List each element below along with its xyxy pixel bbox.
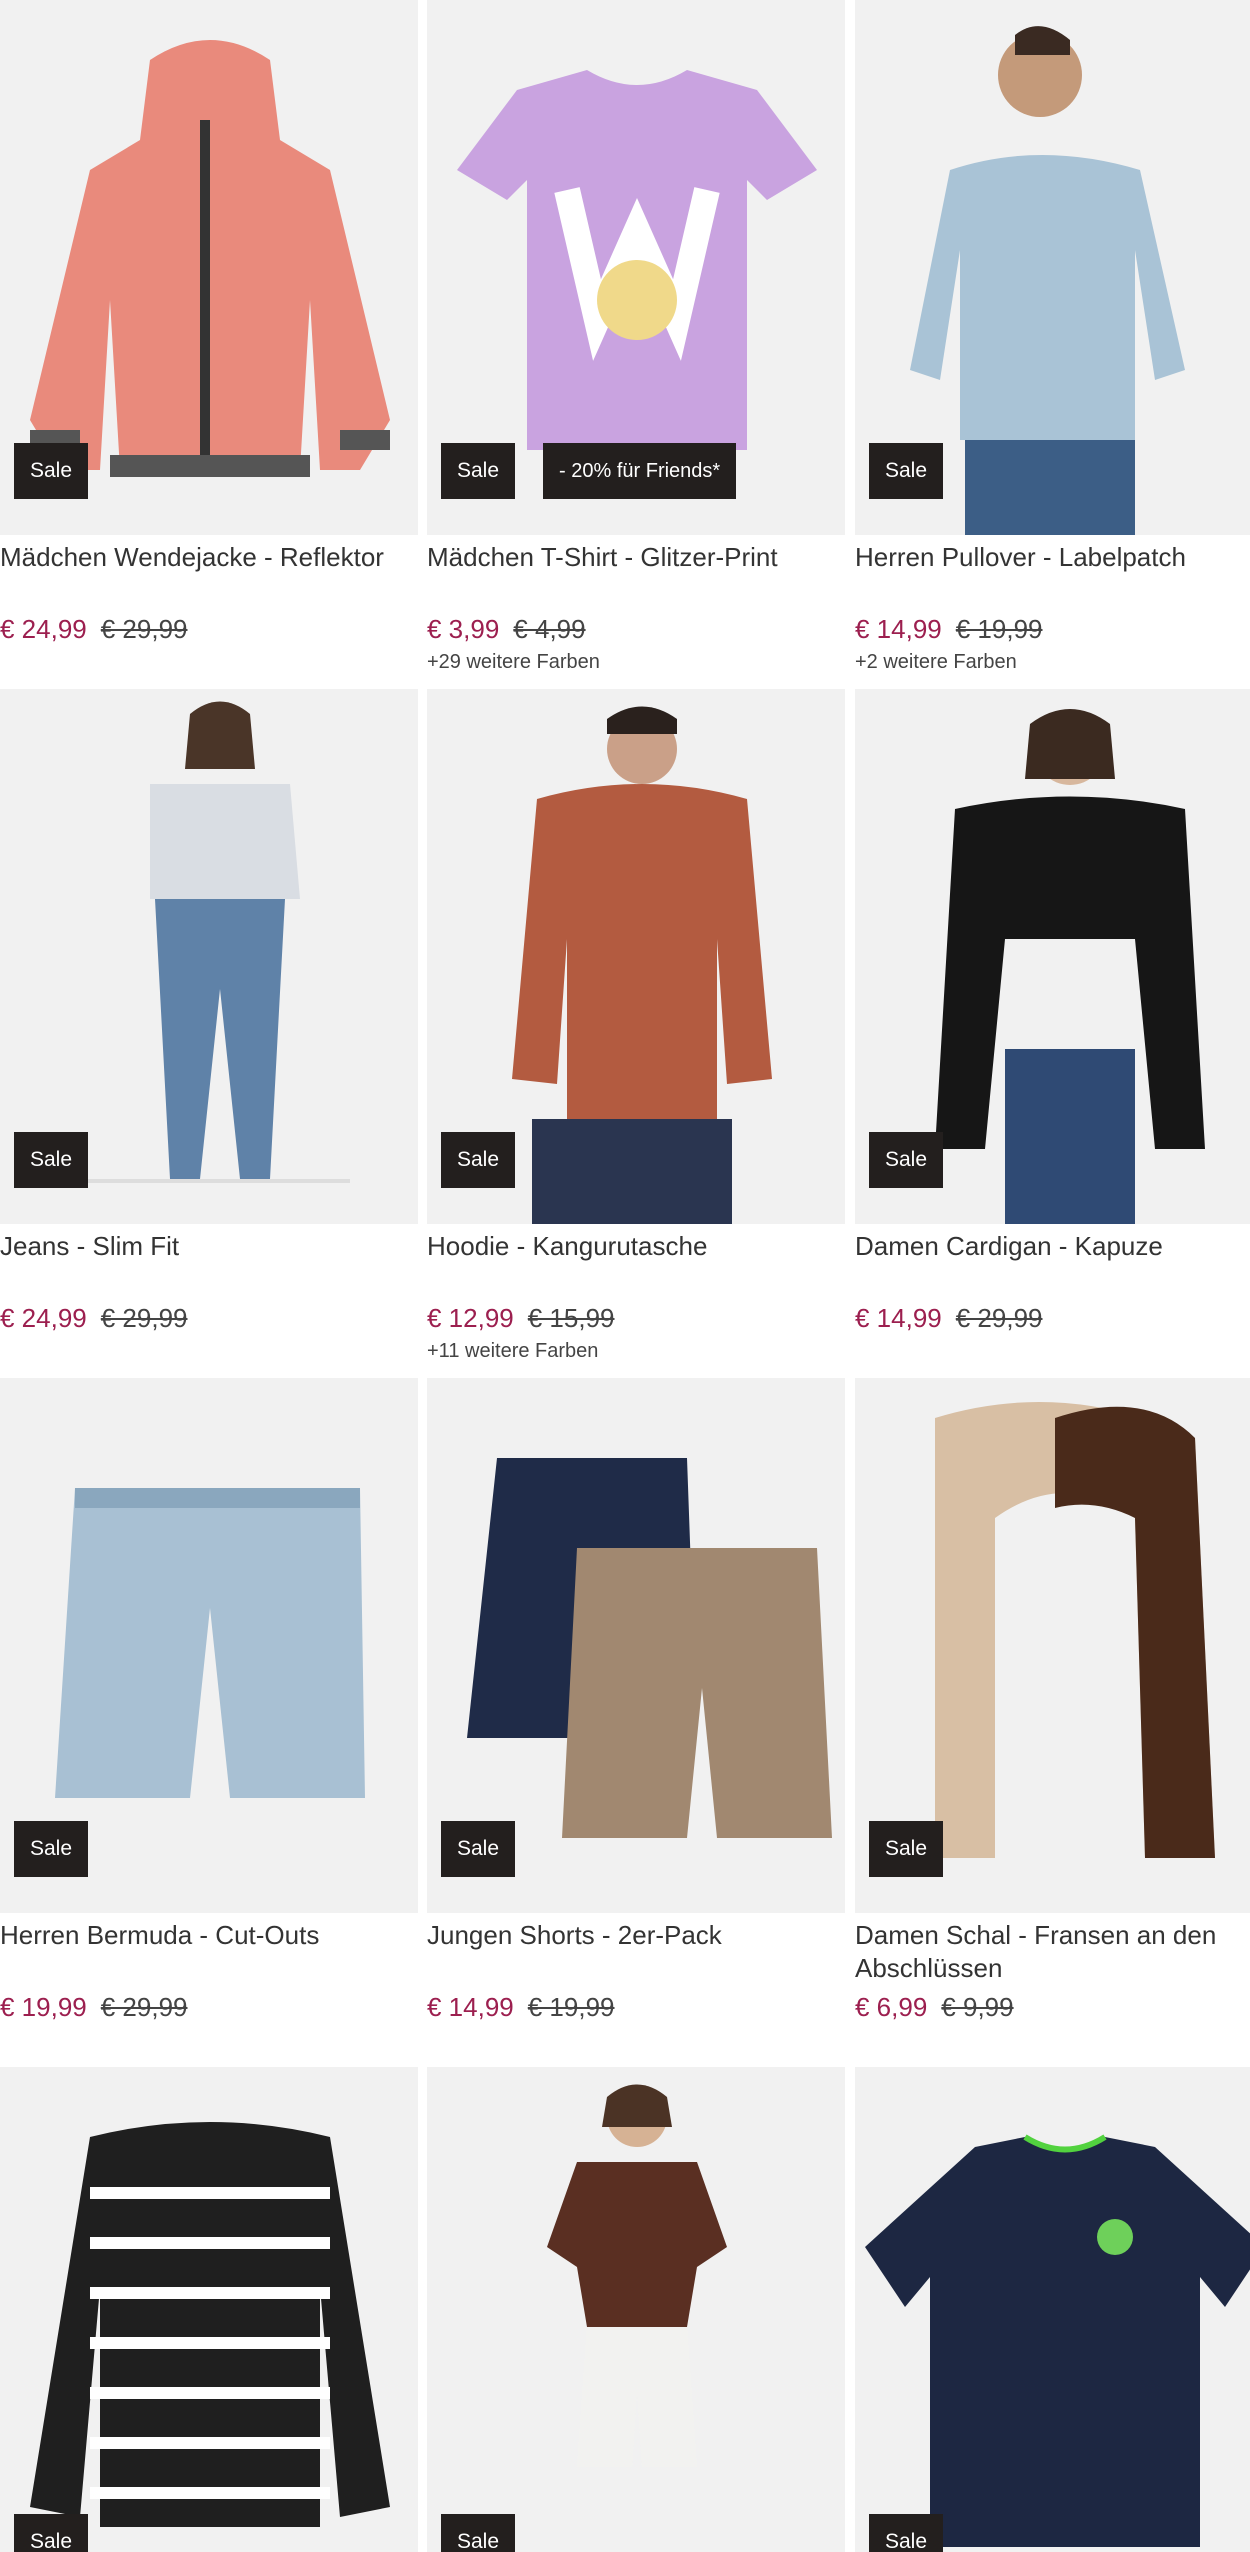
product-card[interactable]: Sale Jungen Shorts - 2er-Pack € 14,99 € …: [427, 1378, 845, 2025]
sale-badge: Sale: [869, 2514, 944, 2552]
product-grid: Sale Mädchen Wendejacke - Reflektor € 24…: [0, 0, 1250, 2552]
sale-price: € 3,99: [427, 614, 500, 644]
sale-badge: Sale: [14, 1821, 89, 1877]
old-price: € 19,99: [955, 614, 1043, 644]
sale-badge: Sale: [869, 1821, 944, 1877]
product-image[interactable]: Sale: [855, 2067, 1250, 2552]
more-colors-note[interactable]: +11 weitere Farben: [427, 1336, 845, 1366]
product-name[interactable]: Mädchen T-Shirt - Glitzer-Print: [427, 541, 845, 607]
sale-price: € 6,99: [855, 1992, 928, 2022]
striped-longsleeve-image: [30, 2122, 390, 2527]
product-image[interactable]: Sale: [0, 0, 418, 535]
product-card[interactable]: Sale Jeans - Slim Fit € 24,99 € 29,99: [0, 689, 418, 1336]
sale-price: € 14,99: [855, 614, 942, 644]
product-card[interactable]: Sale: [855, 2067, 1250, 2552]
sale-badge: Sale: [441, 1821, 516, 1877]
woman-brown-top-image: [547, 2084, 727, 2467]
product-card[interactable]: Sale Mädchen Wendejacke - Reflektor € 24…: [0, 0, 418, 647]
product-image[interactable]: Sale: [427, 2067, 845, 2552]
product-image[interactable]: Sale - 20% für Friends*: [427, 0, 845, 535]
sale-badge: Sale: [441, 2514, 516, 2552]
old-price: € 9,99: [941, 1992, 1014, 2022]
sale-price: € 24,99: [0, 1303, 87, 1333]
polo-shirt-image: [865, 2134, 1250, 2547]
sale-badge: Sale: [14, 2514, 89, 2552]
product-name[interactable]: Jeans - Slim Fit: [0, 1230, 418, 1296]
sale-badge: Sale: [14, 443, 89, 499]
friends-promo-badge: - 20% für Friends*: [543, 443, 737, 499]
old-price: € 29,99: [955, 1303, 1043, 1333]
product-card[interactable]: Sale Damen Schal - Fransen an den Abschl…: [855, 1378, 1250, 2025]
product-image[interactable]: Sale: [0, 689, 418, 1224]
product-image[interactable]: Sale: [427, 1378, 845, 1913]
sale-badge: Sale: [441, 1132, 516, 1188]
product-card[interactable]: Sale - 20% für Friends* Mädchen T-Shirt …: [427, 0, 845, 677]
sale-badge: Sale: [14, 1132, 89, 1188]
product-card[interactable]: Sale Herren Bermuda - Cut-Outs € 19,99 €…: [0, 1378, 418, 2025]
more-colors-note[interactable]: +29 weitere Farben: [427, 647, 845, 677]
product-name[interactable]: Herren Pullover - Labelpatch: [855, 541, 1250, 607]
product-image[interactable]: Sale: [427, 689, 845, 1224]
product-image[interactable]: Sale: [0, 2067, 418, 2552]
sale-badge: Sale: [869, 1132, 944, 1188]
product-card[interactable]: Sale: [427, 2067, 845, 2552]
product-card[interactable]: Sale: [0, 2067, 418, 2552]
sale-price: € 19,99: [0, 1992, 87, 2022]
product-name[interactable]: Jungen Shorts - 2er-Pack: [427, 1919, 845, 1985]
product-name[interactable]: Herren Bermuda - Cut-Outs: [0, 1919, 418, 1985]
product-name[interactable]: Hoodie - Kangurutasche: [427, 1230, 845, 1296]
product-name[interactable]: Damen Schal - Fransen an den Abschlüssen: [855, 1919, 1250, 1985]
product-image[interactable]: Sale: [0, 1378, 418, 1913]
sale-badge: Sale: [869, 443, 944, 499]
product-card[interactable]: Sale Damen Cardigan - Kapuze € 14,99 € 2…: [855, 689, 1250, 1336]
old-price: € 29,99: [100, 614, 188, 644]
old-price: € 29,99: [100, 1992, 188, 2022]
product-image[interactable]: Sale: [855, 0, 1250, 535]
product-image[interactable]: Sale: [855, 689, 1250, 1224]
sale-price: € 24,99: [0, 614, 87, 644]
product-card[interactable]: Sale Hoodie - Kangurutasche € 12,99 € 15…: [427, 689, 845, 1366]
old-price: € 15,99: [527, 1303, 615, 1333]
product-card[interactable]: Sale Herren Pullover - Labelpatch € 14,9…: [855, 0, 1250, 677]
sale-price: € 14,99: [855, 1303, 942, 1333]
old-price: € 4,99: [513, 614, 586, 644]
sale-badge: Sale: [441, 443, 516, 499]
old-price: € 29,99: [100, 1303, 188, 1333]
old-price: € 19,99: [527, 1992, 615, 2022]
product-name[interactable]: Damen Cardigan - Kapuze: [855, 1230, 1250, 1296]
sale-price: € 14,99: [427, 1992, 514, 2022]
product-image[interactable]: Sale: [855, 1378, 1250, 1913]
sale-price: € 12,99: [427, 1303, 514, 1333]
product-name[interactable]: Mädchen Wendejacke - Reflektor: [0, 541, 418, 607]
more-colors-note[interactable]: +2 weitere Farben: [855, 647, 1250, 677]
